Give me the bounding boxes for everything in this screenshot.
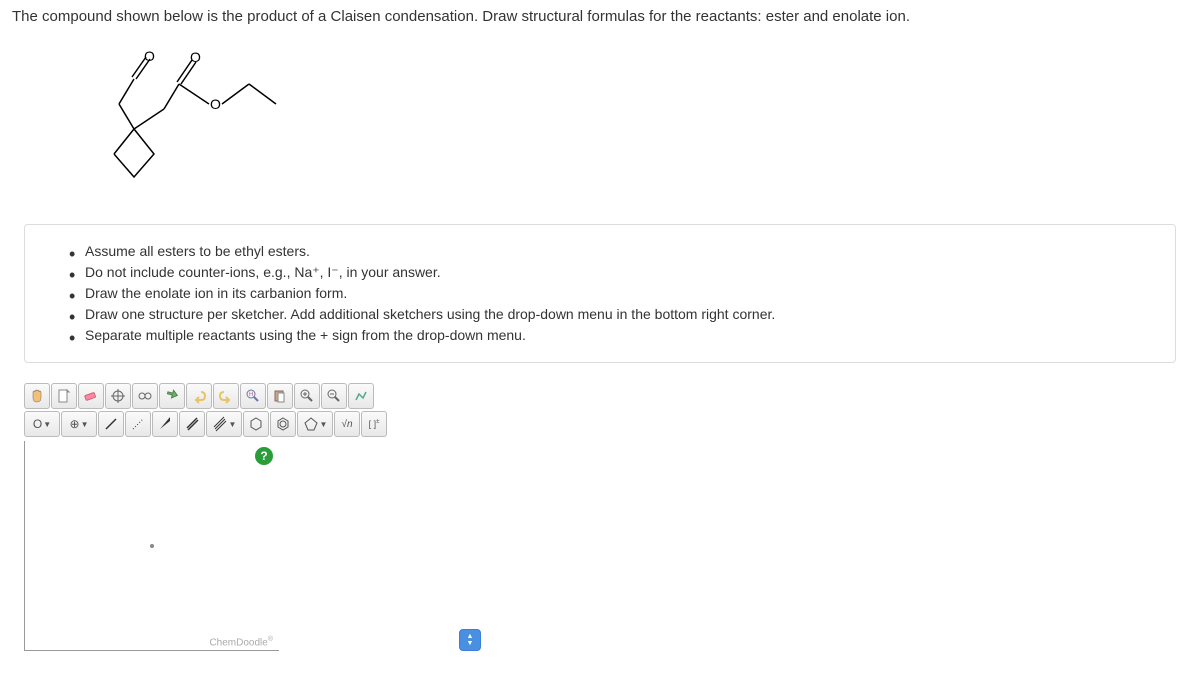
instruction-item: Assume all esters to be ethyl esters. [85,241,1155,262]
eraser-icon[interactable] [78,383,104,409]
toolbar-row-1: H [24,383,1176,409]
paste-icon[interactable] [267,383,293,409]
drawing-canvas[interactable]: ? ChemDoodle® [24,441,279,651]
zoom-in-icon[interactable] [294,383,320,409]
svg-text:H: H [249,392,253,398]
chemdoodle-brand: ChemDoodle® [209,636,273,648]
question-text: The compound shown below is the product … [4,4,1196,29]
help-button[interactable]: ? [255,447,273,465]
instruction-item: Draw one structure per sketcher. Add add… [85,304,1155,325]
settings-icon[interactable] [348,383,374,409]
charge-button[interactable]: ⊕▼ [61,411,97,437]
product-structure: O O O [4,29,1196,212]
wedge-bond-icon[interactable] [152,411,178,437]
zoom-out-icon[interactable] [321,383,347,409]
document-icon[interactable] [51,383,77,409]
svg-text:O: O [210,96,221,112]
glasses-icon[interactable] [132,383,158,409]
instruction-item: Do not include counter-ions, e.g., Na⁺, … [85,262,1155,283]
canvas-placeholder-dot [150,544,154,548]
recessed-bond-icon[interactable] [125,411,151,437]
triple-bond-icon[interactable]: ▼ [206,411,242,437]
add-sketcher-stepper[interactable]: ▲ ▼ [459,629,481,651]
single-bond-icon[interactable] [98,411,124,437]
double-bond-icon[interactable] [179,411,205,437]
benzene-icon[interactable] [270,411,296,437]
search-struct-icon[interactable]: H [240,383,266,409]
instruction-item: Separate multiple reactants using the + … [85,325,1155,346]
sketcher-widget: H O▼ ⊕▼ ▼ ▼ √n [ ]± ? ChemDoodle® ▲ ▼ [24,383,1176,671]
undo-icon[interactable] [186,383,212,409]
element-button[interactable]: O▼ [24,411,60,437]
flip-icon[interactable] [159,383,185,409]
instruction-item: Draw the enolate ion in its carbanion fo… [85,283,1155,304]
chain-icon[interactable]: √n [334,411,360,437]
instructions-box: Assume all esters to be ethyl esters. Do… [24,224,1176,363]
molecule-svg: O O O [44,49,304,189]
center-icon[interactable] [105,383,131,409]
svg-text:O: O [144,49,155,64]
cyclohexane-icon[interactable] [243,411,269,437]
redo-icon[interactable] [213,383,239,409]
bracket-icon[interactable]: [ ]± [361,411,387,437]
svg-text:O: O [190,49,201,65]
hand-tool-icon[interactable] [24,383,50,409]
toolbar-row-2: O▼ ⊕▼ ▼ ▼ √n [ ]± [24,411,1176,437]
cyclopentane-icon[interactable]: ▼ [297,411,333,437]
